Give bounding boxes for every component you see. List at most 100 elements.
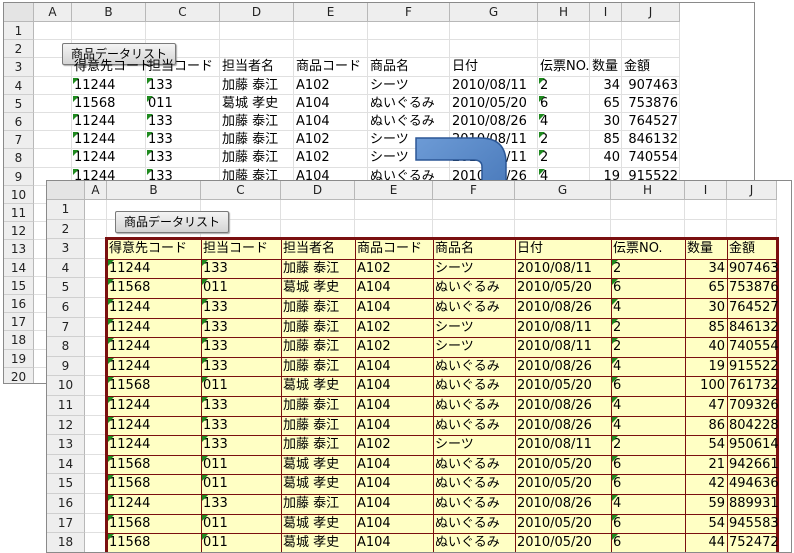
front-table-cell[interactable]: 40 — [685, 337, 727, 357]
front-row-header[interactable]: 18 — [47, 533, 85, 552]
back-table-cell[interactable]: 2 — [538, 149, 590, 167]
front-table-cell[interactable]: 2010/08/11 — [515, 337, 611, 357]
back-select-all-corner[interactable] — [4, 3, 34, 22]
back-table-cell[interactable]: 葛城 孝史 — [220, 95, 294, 113]
front-table-cell[interactable]: ぬいぐるみ — [433, 396, 515, 416]
back-row-header[interactable]: 19 — [4, 349, 34, 368]
front-table-cell[interactable]: 59 — [685, 494, 727, 514]
front-table-cell[interactable]: A104 — [355, 416, 433, 436]
back-table-cell[interactable]: A104 — [294, 113, 368, 131]
front-table-cell[interactable]: A102 — [355, 337, 433, 357]
back-table-cell[interactable]: 11244 — [72, 149, 146, 167]
front-row-header[interactable]: 3 — [47, 239, 85, 259]
front-table-cell[interactable]: ぬいぐるみ — [433, 514, 515, 534]
front-table-cell[interactable]: 2010/05/20 — [515, 474, 611, 494]
front-table-cell[interactable]: A104 — [355, 514, 433, 534]
front-table-cell[interactable]: 133 — [201, 435, 281, 455]
front-table-cell[interactable]: ぬいぐるみ — [433, 298, 515, 318]
back-row-header[interactable]: 13 — [4, 240, 34, 259]
back-table-cell[interactable]: 753876 — [622, 95, 680, 113]
front-row-header[interactable]: 10 — [47, 376, 85, 396]
front-table-cell[interactable]: 2010/08/26 — [515, 298, 611, 318]
front-table-cell[interactable]: 21 — [685, 455, 727, 475]
front-table-cell[interactable]: 葛城 孝史 — [281, 278, 355, 298]
front-column-header-e[interactable]: E — [355, 181, 433, 200]
back-column-header-b[interactable]: B — [72, 3, 146, 22]
front-table-cell[interactable]: 2 — [611, 318, 685, 338]
back-table-cell[interactable]: 740554 — [622, 149, 680, 167]
front-table-cell[interactable]: 4 — [611, 357, 685, 377]
back-table-cell[interactable]: 加藤 泰江 — [220, 149, 294, 167]
back-row-header[interactable]: 15 — [4, 276, 34, 295]
front-table-cell[interactable]: 加藤 泰江 — [281, 318, 355, 338]
front-row-header[interactable]: 12 — [47, 415, 85, 436]
front-table-cell[interactable]: A104 — [355, 494, 433, 514]
back-column-header-e[interactable]: E — [294, 3, 368, 22]
front-table-cell[interactable]: 4 — [611, 396, 685, 416]
front-table-cell[interactable]: 2010/08/11 — [515, 435, 611, 455]
front-table-cell[interactable]: シーツ — [433, 259, 515, 279]
back-table-cell[interactable]: 2 — [538, 131, 590, 149]
front-table-cell[interactable]: 11244 — [107, 396, 201, 416]
front-table-cell[interactable]: 945583 — [727, 514, 779, 534]
back-table-cell[interactable]: 30 — [590, 113, 622, 131]
front-table-cell[interactable]: 889931 — [727, 494, 779, 514]
front-table-cell[interactable]: 907463 — [727, 259, 779, 279]
front-column-header-g[interactable]: G — [515, 181, 611, 200]
front-table-cell[interactable]: 761732 — [727, 376, 779, 396]
front-table-cell[interactable]: 葛城 孝史 — [281, 533, 355, 552]
front-table-cell[interactable]: ぬいぐるみ — [433, 376, 515, 396]
front-table-cell[interactable]: 133 — [201, 396, 281, 416]
front-table-cell[interactable]: 950614 — [727, 435, 779, 455]
front-table-cell[interactable]: 11244 — [107, 435, 201, 455]
back-table-cell[interactable]: 加藤 泰江 — [220, 113, 294, 131]
back-table-cell[interactable]: 65 — [590, 95, 622, 113]
front-column-header-i[interactable]: I — [685, 181, 727, 200]
front-table-cell[interactable]: 846132 — [727, 318, 779, 338]
front-table-cell[interactable]: 2010/08/26 — [515, 494, 611, 514]
front-table-cell[interactable]: 11244 — [107, 416, 201, 436]
back-column-header-d[interactable]: D — [220, 3, 294, 22]
front-column-header-b[interactable]: B — [107, 181, 201, 200]
back-row-header[interactable]: 9 — [4, 167, 34, 186]
back-table-cell[interactable]: 40 — [590, 149, 622, 167]
back-table-cell[interactable]: 133 — [146, 77, 220, 95]
back-row-header[interactable]: 3 — [4, 58, 34, 77]
front-table-cell[interactable]: 804228 — [727, 416, 779, 436]
front-table-cell[interactable]: 30 — [685, 298, 727, 318]
back-table-cell[interactable]: 4 — [538, 113, 590, 131]
back-table-cell[interactable]: A102 — [294, 131, 368, 149]
front-table-cell[interactable]: 133 — [201, 298, 281, 318]
front-table-cell[interactable]: 2010/08/11 — [515, 318, 611, 338]
front-table-cell[interactable]: 011 — [201, 376, 281, 396]
front-table-cell[interactable]: ぬいぐるみ — [433, 416, 515, 436]
front-select-all-corner[interactable] — [47, 181, 85, 200]
front-row-header[interactable]: 1 — [47, 200, 85, 220]
front-table-cell[interactable]: 11568 — [107, 278, 201, 298]
front-table-cell[interactable]: 葛城 孝史 — [281, 514, 355, 534]
front-row-header[interactable]: 13 — [47, 435, 85, 455]
front-table-cell[interactable]: 6 — [611, 514, 685, 534]
front-table-cell[interactable]: 4 — [611, 416, 685, 436]
front-table-cell[interactable]: 011 — [201, 455, 281, 475]
back-row-header[interactable]: 5 — [4, 94, 34, 113]
front-table-cell[interactable]: 54 — [685, 514, 727, 534]
front-column-header-d[interactable]: D — [281, 181, 355, 200]
front-table-cell[interactable]: 6 — [611, 376, 685, 396]
front-table-cell[interactable]: 011 — [201, 533, 281, 552]
front-table-cell[interactable]: 709326 — [727, 396, 779, 416]
front-table-cell[interactable]: 65 — [685, 278, 727, 298]
back-table-cell[interactable]: 6 — [538, 95, 590, 113]
back-table-cell[interactable]: 2010/05/20 — [450, 95, 538, 113]
front-column-header-a[interactable]: A — [85, 181, 107, 200]
front-table-cell[interactable]: 764527 — [727, 298, 779, 318]
front-row-header[interactable]: 11 — [47, 396, 85, 416]
front-table-cell[interactable]: 2010/05/20 — [515, 533, 611, 552]
back-table-cell[interactable]: 846132 — [622, 131, 680, 149]
back-table-cell[interactable]: 加藤 泰江 — [220, 131, 294, 149]
front-table-cell[interactable]: 2 — [611, 337, 685, 357]
front-column-header-f[interactable]: F — [433, 181, 515, 200]
front-table-cell[interactable]: 11244 — [107, 357, 201, 377]
front-table-cell[interactable]: 6 — [611, 278, 685, 298]
front-row-header[interactable]: 4 — [47, 258, 85, 279]
